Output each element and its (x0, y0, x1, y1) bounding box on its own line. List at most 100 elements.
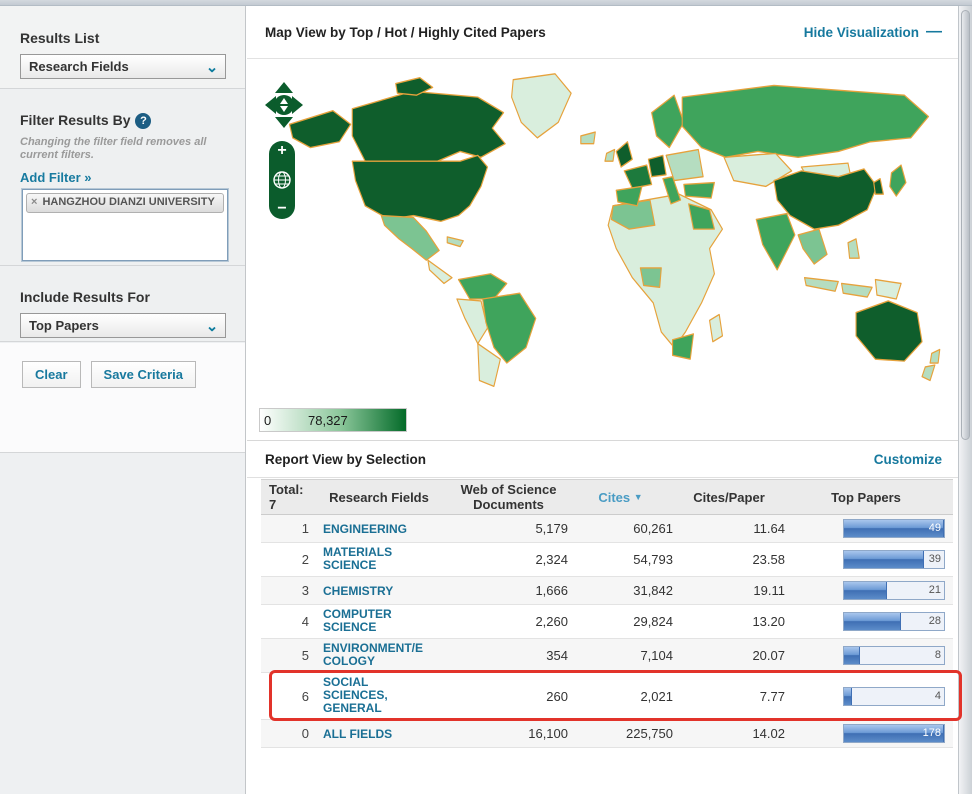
column-top-papers[interactable]: Top Papers (785, 490, 947, 505)
research-field-link[interactable]: ENGINEERING (323, 523, 407, 536)
scrollbar-thumb[interactable] (961, 10, 970, 440)
chevron-down-icon: ⌄ (199, 55, 225, 78)
research-field-link[interactable]: ENVIRONMENT/ECOLOGY (323, 642, 427, 668)
table-row: 5ENVIRONMENT/ECOLOGY3547,10420.078 (261, 639, 953, 673)
row-cites: 60,261 (568, 521, 673, 536)
map-controls: + − (263, 82, 307, 219)
row-rank: 4 (261, 609, 309, 634)
table-row: 6SOCIAL SCIENCES, GENERAL2602,0217.774 (261, 673, 953, 720)
column-wos-documents[interactable]: Web of Science Documents (449, 482, 568, 512)
top-papers-bar: 178 (843, 724, 945, 743)
row-cites-per-paper: 14.02 (673, 726, 785, 741)
row-rank: 2 (261, 547, 309, 572)
customize-link[interactable]: Customize (874, 452, 942, 467)
row-cites-per-paper: 23.58 (673, 552, 785, 567)
row-cites-per-paper: 11.64 (673, 521, 785, 536)
top-papers-value: 21 (929, 584, 941, 596)
zoom-in-icon[interactable]: + (277, 144, 286, 158)
row-field-cell: ENVIRONMENT/ECOLOGY (309, 642, 449, 670)
row-cites: 7,104 (568, 648, 673, 663)
table-row: 2MATERIALS SCIENCE2,32454,79323.5839 (261, 543, 953, 577)
research-field-link[interactable]: COMPUTER SCIENCE (323, 608, 427, 634)
column-total: Total: 7 (261, 482, 309, 512)
research-field-link[interactable]: CHEMISTRY (323, 585, 393, 598)
row-field-cell: CHEMISTRY (309, 582, 449, 600)
row-top-papers-cell: 21 (785, 581, 947, 600)
row-top-papers-cell: 8 (785, 646, 947, 665)
table-body: 1ENGINEERING5,17960,26111.64492MATERIALS… (261, 515, 953, 748)
row-docs: 260 (449, 689, 568, 704)
row-rank: 0 (261, 721, 309, 746)
row-top-papers-cell: 178 (785, 724, 947, 743)
top-papers-value: 28 (929, 615, 941, 627)
row-top-papers-cell: 4 (785, 687, 947, 706)
research-field-link[interactable]: MATERIALS SCIENCE (323, 546, 427, 572)
top-papers-value: 4 (935, 690, 941, 702)
pan-compass-icon[interactable] (263, 82, 305, 128)
results-list-section: Results List Research Fields ⌄ (0, 6, 245, 89)
map-color-legend: 0 78,327 (259, 408, 407, 432)
column-research-fields[interactable]: Research Fields (309, 490, 449, 505)
row-field-cell: ALL FIELDS (309, 725, 449, 743)
top-papers-bar-fill (844, 613, 901, 630)
top-papers-value: 39 (929, 553, 941, 565)
top-papers-bar: 39 (843, 550, 945, 569)
row-cites: 54,793 (568, 552, 673, 567)
zoom-out-icon[interactable]: − (277, 202, 286, 216)
row-cites-per-paper: 13.20 (673, 614, 785, 629)
top-papers-value: 178 (923, 727, 941, 739)
top-papers-bar-fill (844, 688, 852, 705)
row-docs: 5,179 (449, 521, 568, 536)
results-list-dropdown[interactable]: Research Fields ⌄ (20, 54, 226, 79)
filter-tag[interactable]: × HANGZHOU DIANZI UNIVERSITY (26, 193, 224, 213)
column-cites-sorted[interactable]: Cites ▼ (568, 490, 673, 505)
collapse-minus-icon: — (926, 27, 942, 37)
row-field-cell: ENGINEERING (309, 520, 449, 538)
sort-descending-icon: ▼ (634, 492, 643, 502)
top-papers-bar: 21 (843, 581, 945, 600)
top-papers-value: 8 (935, 649, 941, 661)
legend-min-value: 0 (264, 413, 271, 428)
report-view-title: Report View by Selection (265, 452, 426, 467)
row-field-cell: COMPUTER SCIENCE (309, 608, 449, 636)
row-docs: 354 (449, 648, 568, 663)
row-docs: 2,260 (449, 614, 568, 629)
zoom-control[interactable]: + − (269, 141, 295, 219)
top-papers-bar: 8 (843, 646, 945, 665)
globe-icon[interactable] (273, 171, 291, 189)
research-field-link[interactable]: ALL FIELDS (323, 728, 392, 741)
filter-section: Filter Results By? Changing the filter f… (0, 90, 245, 266)
row-docs: 16,100 (449, 726, 568, 741)
row-top-papers-cell: 28 (785, 612, 947, 631)
vertical-scrollbar[interactable] (958, 6, 972, 794)
row-field-cell: SOCIAL SCIENCES, GENERAL (309, 676, 449, 717)
clear-button[interactable]: Clear (22, 361, 81, 388)
column-cites-per-paper[interactable]: Cites/Paper (673, 490, 785, 505)
research-field-link[interactable]: SOCIAL SCIENCES, GENERAL (323, 676, 427, 715)
remove-filter-icon[interactable]: × (31, 196, 37, 209)
top-papers-value: 49 (929, 522, 941, 534)
top-papers-bar-fill (844, 551, 924, 568)
table-row: 0 ALL FIELDS 16,100225,75014.02 178 (261, 720, 953, 748)
sidebar-actions-section: Clear Save Criteria (0, 343, 245, 453)
include-results-dropdown[interactable]: Top Papers ⌄ (20, 313, 226, 338)
results-list-dropdown-value: Research Fields (21, 59, 129, 74)
row-docs: 1,666 (449, 583, 568, 598)
row-cites-per-paper: 19.11 (673, 583, 785, 598)
main-panel: Map View by Top / Hot / Highly Cited Pap… (247, 6, 958, 794)
table-row: 4COMPUTER SCIENCE2,26029,82413.2028 (261, 605, 953, 639)
help-icon[interactable]: ? (135, 113, 151, 129)
hide-visualization-label: Hide Visualization (804, 25, 919, 40)
include-results-title: Include Results For (20, 289, 245, 305)
table-header-row: Total: 7 Research Fields Web of Science … (261, 479, 953, 515)
add-filter-link[interactable]: Add Filter » (20, 170, 92, 185)
world-map-visualization[interactable] (275, 68, 951, 398)
chevron-down-icon: ⌄ (199, 314, 225, 337)
row-cites: 2,021 (568, 689, 673, 704)
save-criteria-button[interactable]: Save Criteria (91, 361, 197, 388)
row-cites: 225,750 (568, 726, 673, 741)
filter-title: Filter Results By (20, 112, 130, 128)
filter-list-box[interactable]: × HANGZHOU DIANZI UNIVERSITY (22, 189, 228, 261)
map-visualization-zone: + − (247, 60, 958, 441)
hide-visualization-link[interactable]: Hide Visualization — (804, 25, 942, 40)
